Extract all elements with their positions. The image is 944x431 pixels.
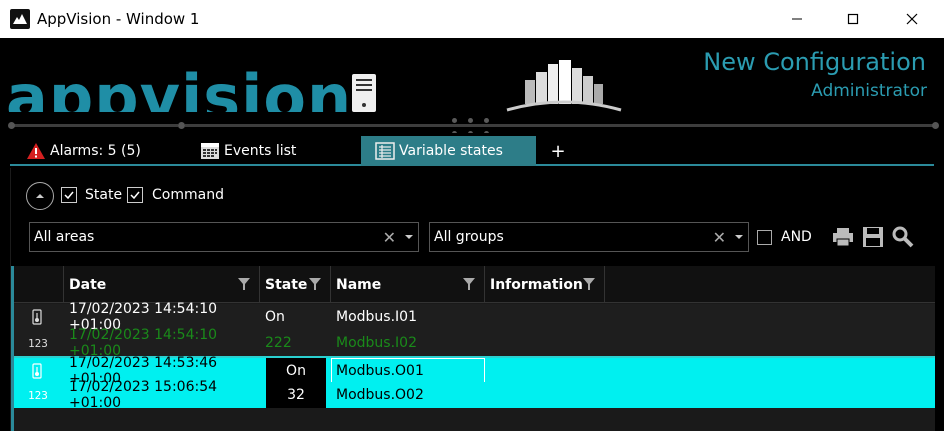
information-column-header[interactable]: Information	[485, 266, 605, 303]
tab-label: Alarms: 5 (5)	[50, 143, 141, 159]
warning-icon	[26, 142, 46, 160]
thermometer-icon	[32, 363, 42, 379]
tab-bar: Alarms: 5 (5) Events list Variable state…	[10, 136, 934, 166]
icon-column-header	[14, 266, 64, 303]
tab-variable-states[interactable]: Variable states	[361, 136, 536, 166]
areas-combobox[interactable]: All areas ✕	[29, 222, 419, 252]
groups-value: All groups	[434, 229, 504, 245]
groups-combobox[interactable]: All groups ✕	[429, 222, 749, 252]
date-cell: 17/02/2023 15:06:54 +01:00	[69, 379, 218, 411]
svg-text:123: 123	[28, 337, 48, 349]
state-cell: 32	[266, 382, 326, 408]
add-tab-button[interactable]: +	[546, 136, 570, 166]
save-button[interactable]	[861, 225, 885, 249]
search-button[interactable]	[891, 225, 915, 249]
configuration-title: New Configuration	[703, 48, 926, 76]
information-cell	[485, 304, 605, 330]
grid-header: Date State Name Information	[14, 266, 935, 303]
app-logo-icon	[10, 9, 30, 29]
checkmark-icon	[64, 191, 74, 200]
grid-footer	[14, 409, 935, 431]
clear-icon[interactable]: ✕	[383, 228, 396, 247]
state-cell: On	[265, 309, 285, 325]
date-column-header[interactable]: Date	[64, 266, 260, 303]
state-column-header[interactable]: State	[260, 266, 331, 303]
separator-dot	[932, 122, 939, 129]
information-cell	[485, 382, 605, 408]
chevron-up-icon	[36, 194, 44, 198]
list-icon	[375, 142, 395, 160]
thermometer-icon	[32, 309, 42, 325]
floppy-disk-icon	[863, 227, 883, 247]
name-cell: Modbus.I02	[336, 335, 417, 351]
filter-icon[interactable]	[582, 277, 596, 291]
city-icon[interactable]	[505, 58, 623, 116]
tab-alarms[interactable]: Alarms: 5 (5)	[10, 136, 190, 166]
splitter-grip[interactable]	[448, 116, 498, 133]
chevron-down-icon[interactable]	[734, 233, 744, 241]
printer-icon	[833, 228, 853, 247]
numeric-icon: 123	[28, 337, 48, 349]
clear-icon[interactable]: ✕	[713, 228, 726, 247]
information-cell	[485, 358, 605, 384]
command-checkbox[interactable]	[127, 187, 143, 203]
filter-icon[interactable]	[308, 277, 322, 291]
header-separator	[10, 124, 178, 127]
variable-states-grid: Date State Name Information 17/02/2023 1…	[11, 266, 935, 431]
variable-states-panel: State Command All areas ✕ All groups ✕ A…	[10, 168, 935, 431]
checkmark-icon	[130, 191, 140, 200]
and-checkbox[interactable]	[757, 230, 772, 245]
focused-cell-border	[331, 358, 485, 384]
print-button[interactable]	[831, 225, 855, 249]
table-row-selected[interactable]: 123 17/02/2023 15:06:54 +01:00 32 Modbus…	[14, 379, 935, 411]
maximize-button[interactable]	[830, 0, 876, 38]
information-cell	[485, 330, 605, 356]
state-checkbox[interactable]	[61, 187, 77, 203]
appvision-logo: appvision	[6, 61, 353, 112]
state-cell: 222	[265, 335, 292, 351]
separator-dot	[178, 122, 185, 129]
tab-events-list[interactable]: Events list	[190, 136, 360, 166]
user-role: Administrator	[811, 81, 927, 101]
window-title: AppVision - Window 1	[37, 10, 200, 28]
name-cell: Modbus.O02	[336, 387, 424, 403]
areas-value: All areas	[34, 229, 95, 245]
minimize-button[interactable]	[774, 0, 820, 38]
title-bar: AppVision - Window 1	[0, 0, 944, 38]
and-checkbox-label: AND	[781, 229, 812, 245]
chevron-down-icon[interactable]	[404, 233, 414, 241]
numeric-icon: 123	[28, 389, 48, 401]
table-row[interactable]: 123 17/02/2023 14:54:10 +01:00 222 Modbu…	[14, 327, 935, 359]
state-checkbox-label: State	[85, 187, 123, 203]
tab-label: Events list	[224, 143, 297, 159]
header-separator	[185, 124, 935, 127]
date-cell: 17/02/2023 14:54:10 +01:00	[69, 327, 218, 359]
tab-label: Variable states	[399, 143, 503, 159]
collapse-button[interactable]	[26, 182, 54, 210]
app-header: appvision New Configuration Administrato…	[0, 38, 944, 133]
close-button[interactable]	[889, 0, 935, 38]
filter-icon[interactable]	[237, 277, 251, 291]
calendar-icon	[200, 142, 220, 160]
command-checkbox-label: Command	[152, 187, 224, 203]
search-icon	[892, 226, 914, 248]
name-column-header[interactable]: Name	[331, 266, 485, 303]
server-icon[interactable]	[350, 73, 378, 117]
name-cell: Modbus.I01	[336, 309, 417, 325]
svg-text:123: 123	[28, 389, 48, 401]
separator-dot	[8, 122, 15, 129]
state-cell: On	[266, 358, 326, 384]
app-window: AppVision - Window 1 appvision New Confi…	[0, 0, 944, 431]
filter-icon[interactable]	[462, 277, 476, 291]
